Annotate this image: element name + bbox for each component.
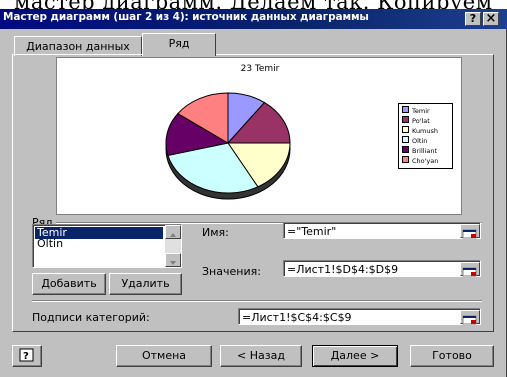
legend-label: Kumush [412,127,439,135]
category-labels-label: Подписи категорий: [32,311,150,324]
collapse-dialog-icon [462,315,477,325]
tab-series[interactable]: Ряд [142,33,216,56]
remove-series-button[interactable]: Удалить [109,273,182,295]
close-button[interactable]: × [483,12,499,26]
finish-button[interactable]: Готово [410,345,494,367]
legend-item: Temir [402,106,430,115]
values-field-value: =Лист1!$D$4:$D$9 [287,263,399,276]
tab-data-range[interactable]: Диапазон данных [14,36,142,56]
series-item-oltin[interactable]: Oltin [35,238,65,250]
category-field-value: =Лист1!$C$4:$C$9 [242,311,352,324]
legend-item: Oltin [402,136,427,145]
collapse-dialog-icon [462,229,477,239]
scroll-up-button[interactable] [165,225,181,239]
collapse-dialog-category-button[interactable] [460,310,480,325]
legend-item: Cho'yan [402,156,438,165]
legend-swatch [402,146,409,153]
legend-swatch [402,126,409,133]
remove-series-label: Удалить [121,277,170,290]
chart-legend: Temir Po'lat Kumush Oltin Brilliant Cho'… [398,103,453,169]
legend-item: Po'lat [402,116,430,125]
legend-label: Brilliant [412,147,438,155]
legend-label: Temir [412,107,430,115]
window-title: Мастер диаграмм (шаг 2 из 4): источник д… [3,11,369,23]
next-button[interactable]: Далее > [312,345,398,367]
legend-item: Kumush [402,126,438,135]
arrow-down-icon [170,261,176,265]
legend-item: Brilliant [402,146,437,155]
collapse-dialog-values-button[interactable] [460,262,480,277]
separator-line [32,300,482,302]
help-icon: ? [19,348,34,362]
help-button[interactable]: ? [12,345,42,367]
back-button[interactable]: < Назад [220,345,302,367]
legend-label: Po'lat [412,117,430,125]
legend-swatch [402,116,409,123]
help-glyph: ? [23,351,29,362]
pie-slices [165,92,291,200]
add-series-button[interactable]: Добавить [32,273,106,295]
cancel-button[interactable]: Отмена [116,345,212,367]
legend-label: Oltin [412,137,428,145]
scroll-down-button[interactable] [165,253,181,267]
finish-label: Готово [432,349,472,362]
name-field-value: ="Temir" [287,225,337,238]
legend-swatch [402,106,409,113]
tab-series-label: Ряд [168,37,190,50]
collapse-dialog-icon [462,267,477,277]
name-field[interactable]: ="Temir" [283,222,481,239]
scroll-track[interactable] [165,239,181,253]
values-label: Значения: [202,265,261,278]
cancel-label: Отмена [141,349,187,362]
add-series-label: Добавить [41,277,97,290]
tab-data-range-label: Диапазон данных [26,40,130,53]
pie-chart [165,92,291,200]
legend-label: Cho'yan [412,157,439,165]
collapse-dialog-name-button[interactable] [460,224,480,239]
back-label: < Назад [237,349,285,362]
values-field[interactable]: =Лист1!$D$4:$D$9 [283,260,481,277]
legend-swatch [402,136,409,143]
series-list[interactable]: Temir Oltin [32,224,182,268]
name-label: Имя: [202,226,229,239]
chart-title: 23 Temir [240,64,280,74]
help-title-button[interactable]: ? [465,12,481,26]
legend-swatch [402,156,409,163]
category-labels-field[interactable]: =Лист1!$C$4:$C$9 [238,308,481,325]
next-label: Далее > [330,349,380,362]
